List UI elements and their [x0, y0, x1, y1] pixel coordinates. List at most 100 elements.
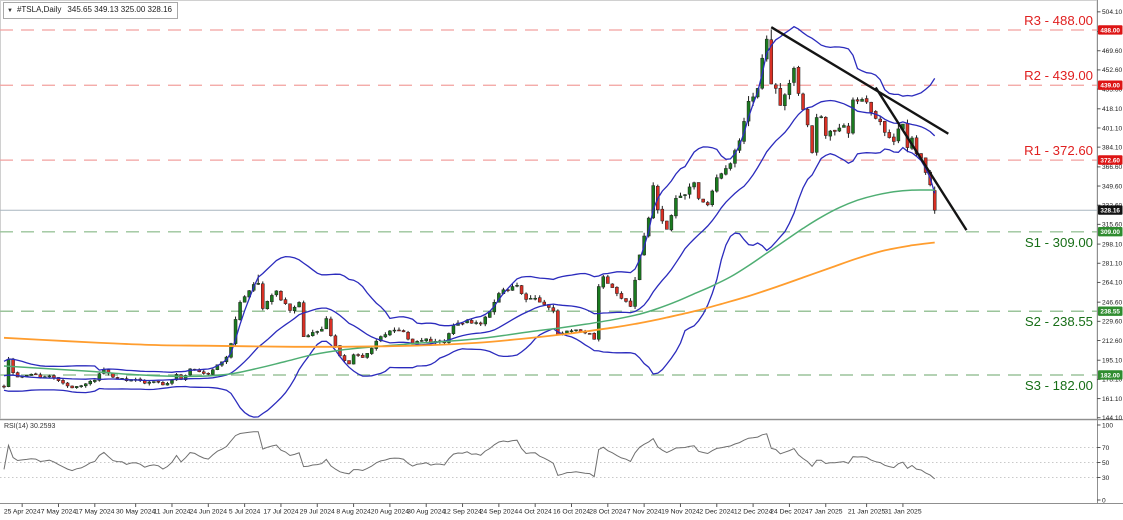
date-tick-label: 21 Jan 2025 — [848, 509, 886, 516]
candle-body-bear — [289, 304, 292, 311]
rsi-tick-label: 30 — [1102, 475, 1110, 482]
candle — [289, 304, 292, 313]
candle-body-bull — [602, 277, 605, 287]
candle — [71, 385, 74, 388]
time-axis[interactable]: 25 Apr 20247 May 202417 May 202430 May 2… — [4, 504, 922, 516]
chart-dropdown-icon[interactable]: ▼ — [7, 8, 13, 14]
candle-body-bull — [311, 332, 314, 335]
candle — [820, 115, 823, 118]
price-tick-label: 264.10 — [1102, 280, 1123, 287]
candle — [543, 300, 546, 305]
candle-body-bull — [7, 359, 10, 386]
trendline-2[interactable] — [876, 87, 967, 230]
ma-fast-line[interactable] — [4, 190, 935, 376]
candle — [593, 332, 596, 339]
candle — [3, 385, 6, 389]
date-tick-label: 12 Dec 2024 — [734, 509, 773, 516]
candle-body-bull — [484, 317, 487, 324]
candle-body-bear — [157, 381, 160, 382]
candle — [779, 83, 782, 106]
candle — [270, 294, 273, 305]
bollinger-middle-band[interactable] — [4, 101, 935, 381]
symbol-title-bar[interactable]: ▼#TSLA,Daily345.65 349.13 325.00 328.16 — [3, 2, 178, 19]
candle-body-bull — [75, 386, 78, 387]
candle-body-bull — [842, 125, 845, 127]
candle — [420, 338, 423, 342]
candle-body-bull — [257, 283, 260, 284]
candle-body-bear — [34, 374, 37, 375]
rsi-axis[interactable]: 1007050300 — [1097, 422, 1113, 504]
candle-body-bull — [275, 291, 278, 295]
rsi-tick-label: 50 — [1102, 460, 1110, 467]
candle-body-bull — [851, 100, 854, 133]
candle-body-bull — [316, 331, 319, 332]
candle — [266, 301, 269, 310]
candle-body-bull — [293, 307, 296, 311]
candle — [833, 130, 836, 136]
candle — [624, 298, 627, 302]
chart-canvas[interactable]: R3 - 488.00R2 - 439.00R1 - 372.60S1 - 30… — [0, 0, 1123, 520]
candle — [661, 206, 664, 224]
candle — [275, 290, 278, 296]
candle — [148, 380, 151, 385]
candle — [811, 125, 814, 153]
candle — [774, 83, 777, 94]
price-tick-label: 401.10 — [1102, 125, 1123, 132]
candle-body-bear — [847, 126, 850, 133]
candle-body-bear — [629, 301, 632, 306]
candle-body-bear — [865, 99, 868, 103]
bollinger-lower-band[interactable] — [4, 148, 935, 418]
candle — [829, 130, 832, 141]
candle-body-bull — [861, 99, 864, 101]
candle — [788, 80, 791, 99]
date-tick-label: 30 May 2024 — [116, 509, 156, 516]
candle — [384, 332, 387, 338]
price-tick-label: 366.60 — [1102, 164, 1123, 171]
candle-body-bear — [479, 323, 482, 324]
candles-layer — [3, 29, 937, 388]
candle-body-bear — [52, 376, 55, 378]
candle-body-bull — [366, 353, 369, 357]
date-tick-label: 16 Oct 2024 — [553, 509, 590, 516]
candle-body-bull — [715, 178, 718, 192]
date-tick-label: 2 Dec 2024 — [699, 509, 734, 516]
candle — [684, 194, 687, 199]
candle — [184, 375, 187, 381]
candle-body-bull — [80, 386, 83, 387]
candle — [166, 382, 169, 386]
ma-slow-line[interactable] — [4, 243, 935, 347]
candle — [298, 301, 301, 307]
candle — [402, 330, 405, 333]
candle-body-bull — [320, 329, 323, 331]
candle-body-bull — [634, 280, 637, 306]
candle — [329, 317, 332, 337]
candle — [892, 134, 895, 146]
candle-body-bear — [543, 302, 546, 305]
candle-body-bear — [348, 361, 351, 364]
candle — [552, 305, 555, 313]
candle — [307, 334, 310, 337]
price-axis[interactable]: 504.10486.60469.60452.60435.60418.10401.… — [1097, 9, 1123, 422]
candle — [706, 201, 709, 206]
candle-body-bull — [897, 129, 900, 141]
candle — [189, 368, 192, 376]
candle — [797, 66, 800, 96]
candle — [348, 360, 351, 364]
candle — [824, 116, 827, 139]
level-label-s2: S2 - 238.55 — [1025, 314, 1093, 329]
date-tick-label: 31 Jan 2025 — [884, 509, 922, 516]
candle-body-bull — [684, 195, 687, 196]
candle-body-bear — [620, 293, 623, 298]
candle — [847, 123, 850, 138]
candle — [670, 214, 673, 231]
candle-body-bear — [665, 221, 668, 229]
candle — [611, 283, 614, 287]
candle-body-bull — [84, 384, 87, 386]
candle — [851, 98, 854, 135]
candle-body-bull — [307, 336, 310, 337]
candle-body-bear — [279, 291, 282, 300]
candle-body-bear — [879, 119, 882, 122]
level-label-r3: R3 - 488.00 — [1024, 13, 1093, 28]
date-tick-label: 17 May 2024 — [75, 509, 115, 516]
level-badge-text: 488.00 — [1100, 27, 1120, 34]
